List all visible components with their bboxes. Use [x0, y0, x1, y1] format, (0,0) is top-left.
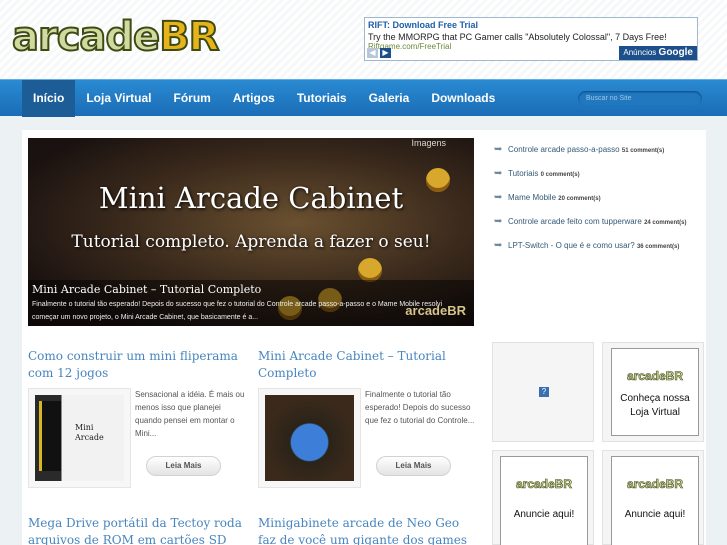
post-card: Mini Arcade Cabinet – Tutorial Completo …: [258, 348, 476, 488]
search-input[interactable]: [578, 91, 702, 106]
banner-frame: arcadeBR Anuncie aqui!: [500, 456, 588, 545]
nav-item-inicio[interactable]: Início: [22, 80, 76, 117]
broken-banner[interactable]: ?: [492, 342, 594, 442]
recent-posts-list: ➥ Controle arcade passo-a-passo 51 comme…: [494, 143, 704, 263]
nav-item-downloads[interactable]: Downloads: [420, 80, 506, 117]
list-item-title[interactable]: Controle arcade passo-a-passo: [508, 145, 620, 154]
banner-text: Anuncie aqui!: [513, 509, 575, 520]
arrow-icon: ➥: [494, 144, 503, 155]
nav-item-tutoriais[interactable]: Tutoriais: [286, 80, 358, 117]
featured-slider[interactable]: Imagens Mini Arcade Cabinet Tutorial com…: [28, 138, 474, 326]
list-item-title[interactable]: Controle arcade feito com tupperware: [508, 217, 642, 226]
arrow-icon: ➥: [494, 216, 503, 227]
list-item[interactable]: ➥ Mame Mobile 20 comment(s): [494, 191, 704, 206]
logo-wordmark: arcadeBR: [11, 13, 220, 61]
post-title[interactable]: Minigabinete arcade de Neo Geo faz de vo…: [258, 515, 478, 545]
banner-text: Anuncie aqui!: [624, 509, 686, 520]
slider-subheadline: Tutorial completo. Aprenda a fazer o seu…: [71, 232, 431, 252]
read-more-button[interactable]: Leia Mais: [376, 456, 451, 476]
list-item-title[interactable]: Mame Mobile: [508, 193, 556, 202]
ad-text: Try the MMORPG that PC Gamer calls "Abso…: [368, 32, 667, 42]
thumbnail-image: Mini Arcade: [35, 395, 124, 481]
nav-item-forum[interactable]: Fórum: [162, 80, 221, 117]
nav-item-loja-virtual[interactable]: Loja Virtual: [75, 80, 162, 117]
ad-badge[interactable]: Anúncios Google: [619, 46, 697, 60]
header: arcadeBR RIFT: Download Free Trial Try t…: [0, 0, 727, 79]
banner-logo: arcadeBR: [515, 477, 573, 492]
list-item[interactable]: ➥ LPT-Switch - O que é e como usar? 36 c…: [494, 239, 704, 254]
banner-logo: arcadeBR: [626, 477, 684, 492]
store-banner[interactable]: arcadeBR Conheça nossa Loja Virtual: [602, 342, 704, 442]
slider-caption-title[interactable]: Mini Arcade Cabinet – Tutorial Completo: [32, 283, 261, 296]
banner-logo: arcadeBR: [626, 369, 684, 384]
banner-text: Conheça nossa: [620, 393, 690, 404]
thumbnail-image: [265, 395, 354, 481]
advertise-banner[interactable]: arcadeBR Anuncie aqui!: [492, 450, 594, 545]
ad-title[interactable]: RIFT: Download Free Trial: [368, 20, 478, 30]
thumbnail-label: Mini Arcade: [75, 423, 104, 442]
ad-next-icon[interactable]: ▶: [380, 48, 391, 58]
banner-text: Loja Virtual: [630, 407, 680, 418]
post-title[interactable]: Como construir um mini fliperama com 12 …: [28, 348, 246, 382]
slider-tag: Imagens: [411, 138, 446, 148]
site-logo[interactable]: arcadeBR: [11, 13, 220, 61]
list-item-title[interactable]: Tutoriais: [508, 169, 538, 178]
google-ad[interactable]: RIFT: Download Free Trial Try the MMORPG…: [364, 17, 698, 61]
ad-prev-icon[interactable]: ◀: [367, 48, 378, 58]
banner-frame: arcadeBR Anuncie aqui!: [611, 456, 699, 545]
post-thumbnail[interactable]: Mini Arcade: [28, 388, 131, 488]
banner-frame: arcadeBR Conheça nossa Loja Virtual: [611, 348, 699, 436]
list-item[interactable]: ➥ Controle arcade passo-a-passo 51 comme…: [494, 143, 704, 158]
arrow-icon: ➥: [494, 192, 503, 203]
comment-count: 36 comment(s): [636, 244, 680, 250]
main-nav: Início Loja Virtual Fórum Artigos Tutori…: [0, 79, 727, 117]
comment-count: 0 comment(s): [540, 172, 580, 178]
comment-count: 24 comment(s): [644, 220, 687, 226]
post-title[interactable]: Mega Drive portátil da Tectoy roda arqui…: [28, 515, 248, 545]
arrow-icon: ➥: [494, 168, 503, 179]
nav-item-galeria[interactable]: Galeria: [358, 80, 421, 117]
list-item[interactable]: ➥ Controle arcade feito com tupperware 2…: [494, 215, 704, 230]
read-more-button[interactable]: Leia Mais: [146, 456, 221, 476]
comment-count: 51 comment(s): [621, 148, 665, 154]
comment-count: 20 comment(s): [558, 196, 601, 202]
slider-caption-text: Finalmente o tutorial tão esperado! Depo…: [32, 301, 443, 321]
post-excerpt: Finalmente o tutorial tão esperado! Depo…: [365, 390, 475, 425]
slider-headline: Mini Arcade Cabinet: [98, 181, 404, 215]
post-excerpt: Sensacional a idéia. É mais ou menos iss…: [135, 390, 245, 438]
nav-item-artigos[interactable]: Artigos: [222, 80, 286, 117]
broken-image-icon: ?: [539, 387, 549, 397]
list-item-title[interactable]: LPT-Switch - O que é e como usar?: [508, 241, 635, 250]
ad-nav: ◀ ▶: [367, 48, 391, 58]
arcade-button-decoration: [358, 258, 382, 282]
advertise-banner[interactable]: arcadeBR Anuncie aqui!: [602, 450, 704, 545]
slider-watermark: arcadeBR: [405, 303, 466, 318]
list-item[interactable]: ➥ Tutoriais 0 comment(s): [494, 167, 704, 182]
arrow-icon: ➥: [494, 240, 503, 251]
post-title[interactable]: Mini Arcade Cabinet – Tutorial Completo: [258, 348, 476, 382]
cabinet-shape: [39, 401, 61, 471]
post-thumbnail[interactable]: [258, 388, 361, 488]
post-card: Como construir um mini fliperama com 12 …: [28, 348, 246, 488]
